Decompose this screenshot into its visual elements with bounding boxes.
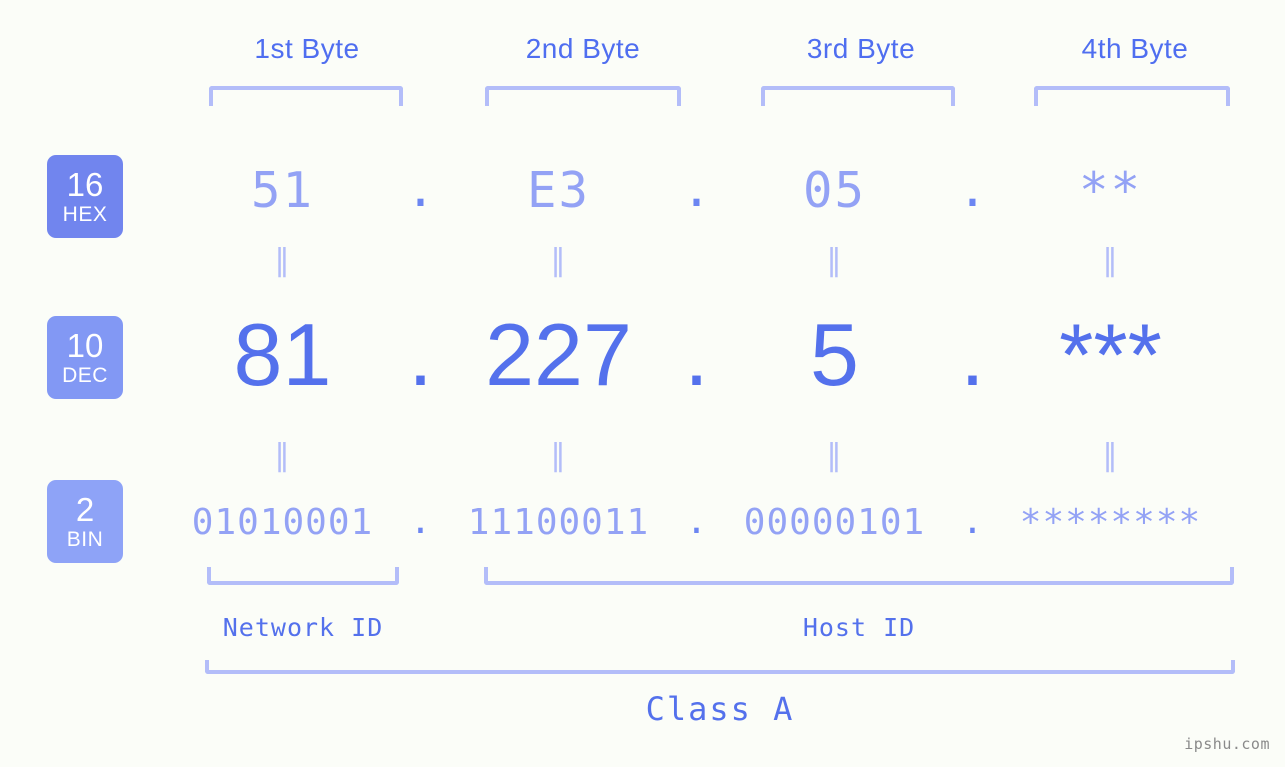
dec-byte-4: ***: [1059, 305, 1162, 404]
dec-byte-2: 227: [485, 305, 632, 404]
bin-byte-4: ********: [1019, 501, 1202, 543]
base-badge-dec-system: DEC: [62, 364, 108, 387]
hex-byte-2: E3: [526, 161, 590, 219]
hex-value-row: 51 . E3 . 05 . **: [160, 150, 1250, 230]
equals-mark: ‖: [826, 438, 843, 473]
equals-spacer: [957, 243, 988, 278]
byte-bracket-top-1: [209, 86, 403, 106]
dec-separator-3: .: [960, 304, 985, 404]
equals-mark: ‖: [274, 243, 291, 278]
bin-separator-2: .: [685, 501, 708, 543]
equals-spacer: [405, 438, 436, 473]
dec-separator-2: .: [684, 304, 709, 404]
class-label: Class A: [645, 690, 795, 728]
site-watermark: ipshu.com: [1184, 735, 1270, 753]
network-id-label: Network ID: [222, 613, 384, 642]
dec-byte-3: 5: [810, 305, 859, 404]
bin-byte-3: 00000101: [743, 501, 926, 543]
equals-mark: ‖: [1102, 438, 1119, 473]
byte-bracket-top-2: [485, 86, 681, 106]
equivalence-row-hex-dec: ‖ ‖ ‖ ‖: [160, 243, 1250, 278]
hex-separator-2: .: [681, 161, 712, 219]
equals-mark: ‖: [826, 243, 843, 278]
base-badge-bin-number: 2: [75, 491, 95, 528]
bin-separator-3: .: [961, 501, 984, 543]
dec-separator-1: .: [408, 304, 433, 404]
bin-separator-1: .: [409, 501, 432, 543]
byte-bracket-top-3: [761, 86, 955, 106]
byte-header-1: 1st Byte: [254, 33, 360, 64]
byte-bracket-top-4: [1034, 86, 1230, 106]
hex-byte-4: **: [1078, 161, 1142, 219]
equals-spacer: [681, 438, 712, 473]
ip-breakdown-diagram: 1st Byte 2nd Byte 3rd Byte 4th Byte 16 H…: [0, 0, 1285, 767]
bin-byte-1: 01010001: [191, 501, 374, 543]
byte-header-2: 2nd Byte: [525, 33, 641, 64]
hex-byte-3: 05: [802, 161, 866, 219]
bin-value-row: 01010001 . 11100011 . 00000101 . *******…: [160, 492, 1250, 552]
network-id-bracket: [207, 567, 399, 585]
base-badge-bin-system: BIN: [66, 528, 104, 551]
equals-mark: ‖: [1102, 243, 1119, 278]
host-id-bracket: [484, 567, 1234, 585]
byte-header-3: 3rd Byte: [806, 33, 916, 64]
base-badge-hex: 16 HEX: [47, 155, 123, 238]
equals-spacer: [681, 243, 712, 278]
base-badge-dec: 10 DEC: [47, 316, 123, 399]
base-badge-dec-number: 10: [66, 327, 104, 364]
equals-mark: ‖: [550, 438, 567, 473]
dec-byte-1: 81: [233, 305, 332, 404]
equals-mark: ‖: [274, 438, 291, 473]
equals-spacer: [957, 438, 988, 473]
host-id-label: Host ID: [802, 613, 916, 642]
byte-header-4: 4th Byte: [1081, 33, 1189, 64]
hex-byte-1: 51: [250, 161, 314, 219]
equals-mark: ‖: [550, 243, 567, 278]
base-badge-hex-number: 16: [66, 166, 104, 203]
hex-separator-3: .: [957, 161, 988, 219]
base-badge-hex-system: HEX: [62, 203, 108, 226]
equivalence-row-dec-bin: ‖ ‖ ‖ ‖: [160, 438, 1250, 473]
class-bracket: [205, 660, 1235, 674]
hex-separator-1: .: [405, 161, 436, 219]
base-badge-bin: 2 BIN: [47, 480, 123, 563]
bin-byte-2: 11100011: [467, 501, 650, 543]
dec-value-row: 81 . 227 . 5 . ***: [160, 300, 1250, 410]
equals-spacer: [405, 243, 436, 278]
